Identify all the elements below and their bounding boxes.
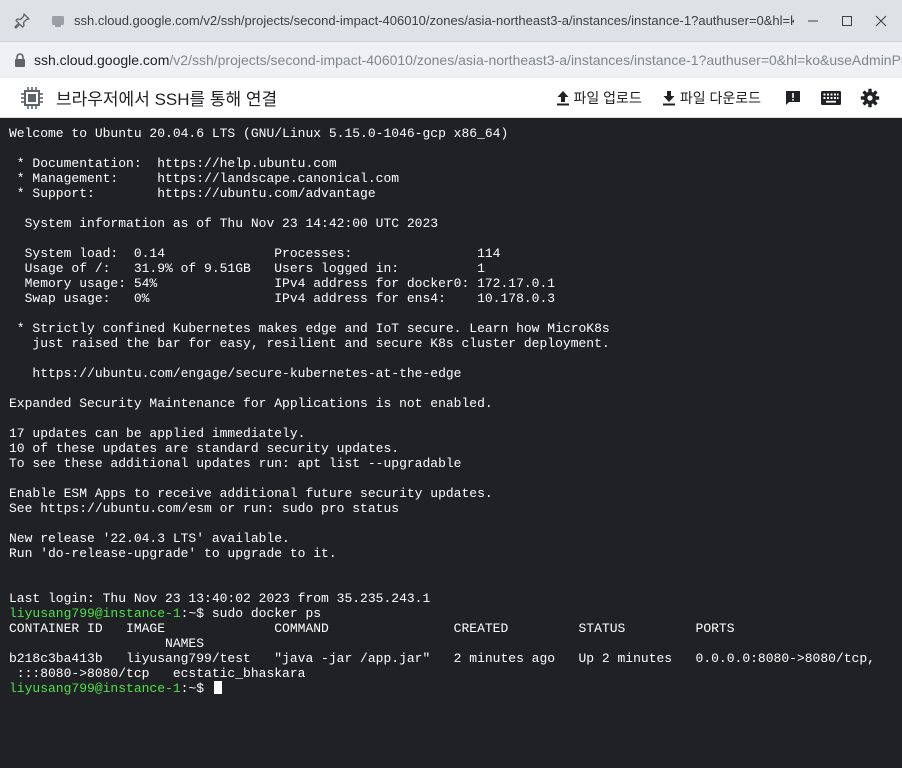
maximize-icon[interactable] bbox=[830, 7, 864, 35]
active-prompt-line[interactable]: liyusang799@instance-1:~$ bbox=[9, 681, 902, 696]
terminal-line: Expanded Security Maintenance for Applic… bbox=[9, 396, 493, 411]
terminal-line: System information as of Thu Nov 23 14:4… bbox=[9, 216, 439, 231]
window-controls bbox=[796, 7, 898, 35]
output-line: b218c3ba413b liyusang799/test "java -jar… bbox=[9, 651, 875, 666]
terminal[interactable]: Welcome to Ubuntu 20.04.6 LTS (GNU/Linux… bbox=[0, 118, 902, 768]
upload-file-button[interactable]: 파일 업로드 bbox=[554, 88, 642, 108]
site-favicon-icon bbox=[50, 13, 66, 29]
terminal-line: See https://ubuntu.com/esm or run: sudo … bbox=[9, 501, 400, 516]
terminal-line: 10 of these updates are standard securit… bbox=[9, 441, 400, 456]
window-title: ssh.cloud.google.com/v2/ssh/projects/sec… bbox=[74, 13, 794, 28]
prompt-user-host: liyusang799@instance-1 bbox=[9, 681, 181, 696]
terminal-banner: Welcome to Ubuntu 20.04.6 LTS (GNU/Linux… bbox=[9, 126, 902, 606]
ssh-toolbar: 브라우저에서 SSH를 통해 연결 파일 업로드 파일 다운로드 bbox=[0, 78, 902, 118]
minimize-icon[interactable] bbox=[796, 7, 830, 35]
feedback-icon[interactable] bbox=[781, 86, 805, 110]
terminal-line: Welcome to Ubuntu 20.04.6 LTS (GNU/Linux… bbox=[9, 126, 509, 141]
terminal-line: Swap usage: 0% IPv4 address for ens4: 10… bbox=[9, 291, 556, 306]
chip-icon bbox=[18, 84, 46, 112]
keyboard-icon[interactable] bbox=[819, 86, 843, 110]
terminal-line: System load: 0.14 Processes: 114 bbox=[9, 246, 501, 261]
terminal-line: https://ubuntu.com/engage/secure-kuberne… bbox=[9, 366, 462, 381]
terminal-line: * Documentation: https://help.ubuntu.com bbox=[9, 156, 337, 171]
address-bar[interactable]: ssh.cloud.google.com/v2/ssh/projects/sec… bbox=[0, 42, 902, 78]
terminal-cursor bbox=[213, 681, 222, 694]
url-path: /v2/ssh/projects/second-impact-406010/zo… bbox=[169, 52, 902, 68]
terminal-line: To see these additional updates run: apt… bbox=[9, 456, 462, 471]
terminal-line: just raised the bar for easy, resilient … bbox=[9, 336, 610, 351]
terminal-line: Last login: Thu Nov 23 13:40:02 2023 fro… bbox=[9, 591, 431, 606]
output-line: NAMES bbox=[9, 636, 205, 651]
terminal-line: * Management: https://landscape.canonica… bbox=[9, 171, 400, 186]
gear-icon[interactable] bbox=[858, 86, 882, 110]
terminal-line: Enable ESM Apps to receive additional fu… bbox=[9, 486, 493, 501]
command-text: sudo docker ps bbox=[211, 606, 322, 621]
docker-ps-output: CONTAINER ID IMAGE COMMAND CREATED STATU… bbox=[9, 621, 902, 681]
upload-icon bbox=[554, 89, 572, 107]
output-line: :::8080->8080/tcp ecstatic_bhaskara bbox=[9, 666, 306, 681]
terminal-line: Usage of /: 31.9% of 9.51GB Users logged… bbox=[9, 261, 485, 276]
download-file-label: 파일 다운로드 bbox=[679, 89, 761, 106]
command-line: liyusang799@instance-1:~$ sudo docker ps bbox=[9, 606, 902, 621]
window-title-bar: ssh.cloud.google.com/v2/ssh/projects/sec… bbox=[0, 0, 902, 42]
terminal-line: Run 'do-release-upgrade' to upgrade to i… bbox=[9, 546, 337, 561]
terminal-line: Memory usage: 54% IPv4 address for docke… bbox=[9, 276, 556, 291]
url-text[interactable]: ssh.cloud.google.com/v2/ssh/projects/sec… bbox=[34, 52, 902, 68]
close-icon[interactable] bbox=[864, 7, 898, 35]
download-icon bbox=[660, 89, 678, 107]
url-host: ssh.cloud.google.com bbox=[33, 52, 170, 68]
terminal-line: New release '22.04.3 LTS' available. bbox=[9, 531, 290, 546]
upload-file-label: 파일 업로드 bbox=[573, 89, 642, 106]
prompt-user-host: liyusang799@instance-1 bbox=[9, 606, 181, 621]
prompt-suffix: :~$ bbox=[180, 681, 212, 696]
lock-icon[interactable] bbox=[12, 52, 28, 68]
download-file-button[interactable]: 파일 다운로드 bbox=[660, 88, 761, 108]
terminal-line: 17 updates can be applied immediately. bbox=[9, 426, 306, 441]
terminal-line: * Strictly confined Kubernetes makes edg… bbox=[9, 321, 610, 336]
ssh-page-title: 브라우저에서 SSH를 통해 연결 bbox=[56, 90, 278, 109]
output-line: CONTAINER ID IMAGE COMMAND CREATED STATU… bbox=[9, 621, 735, 636]
pin-icon[interactable] bbox=[12, 11, 32, 31]
prompt-suffix: :~$ bbox=[180, 606, 212, 621]
terminal-line: * Support: https://ubuntu.com/advantage bbox=[9, 186, 376, 201]
